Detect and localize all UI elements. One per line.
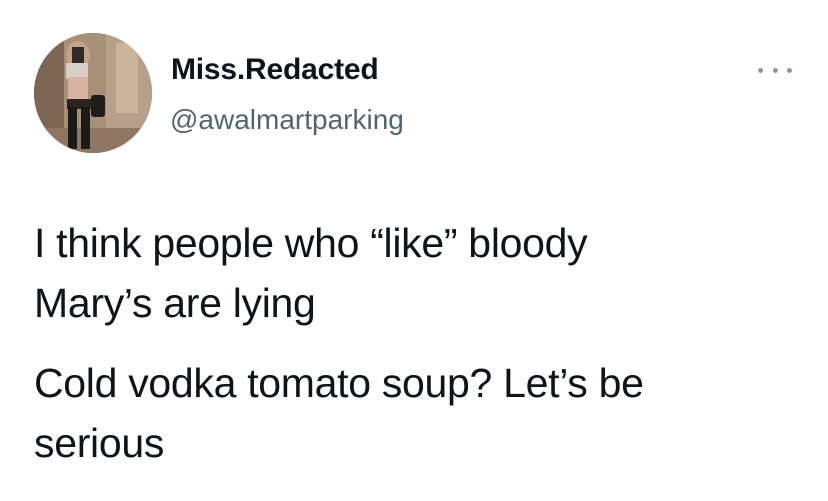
- tweet-text: I think people who “like” bloody Mary’s …: [34, 213, 794, 473]
- author-handle[interactable]: @awalmartparking: [170, 103, 404, 137]
- dot: [787, 67, 792, 73]
- tweet-paragraph: I think people who “like” bloody Mary’s …: [34, 213, 794, 333]
- avatar-photo: [34, 33, 152, 153]
- dot: [758, 67, 763, 73]
- tweet-card: Miss.Redacted @awalmartparking I think p…: [0, 0, 828, 501]
- tweet-paragraph: Cold vodka tomato soup? Let’s be serious: [34, 353, 794, 473]
- more-horizontal-icon[interactable]: [758, 64, 792, 76]
- avatar[interactable]: [34, 33, 152, 153]
- dot: [772, 67, 778, 73]
- author-display-name[interactable]: Miss.Redacted: [171, 52, 379, 88]
- tweet-line: Mary’s are lying: [34, 280, 316, 326]
- tweet-line: Cold vodka tomato soup? Let’s be: [34, 360, 644, 406]
- tweet-line: serious: [34, 420, 165, 466]
- tweet-line: I think people who “like” bloody: [34, 220, 588, 266]
